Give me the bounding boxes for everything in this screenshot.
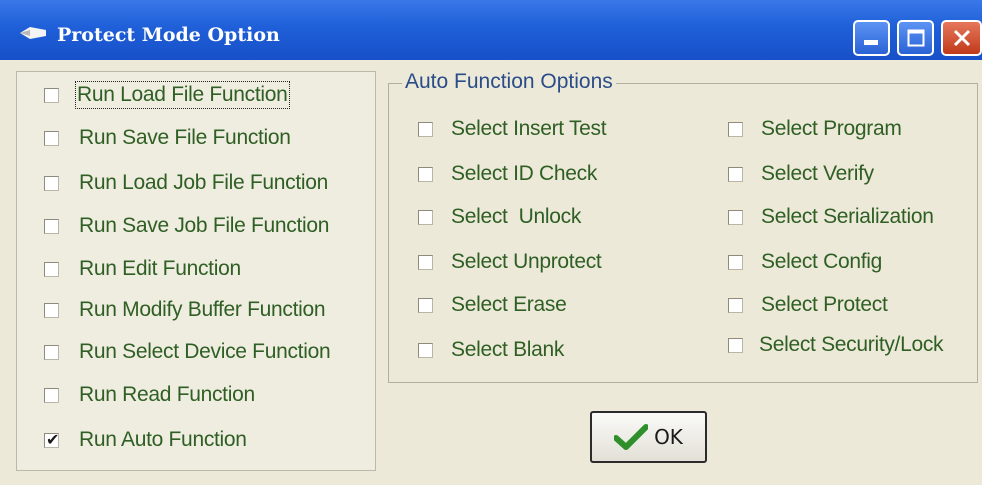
option-label: Run Save File Function — [79, 126, 291, 149]
option-label: Run Auto Function — [79, 428, 247, 451]
option-select-config[interactable]: Select Config — [728, 245, 882, 279]
checkbox[interactable] — [44, 130, 59, 146]
group-title: Auto Function Options — [402, 70, 616, 94]
option-label: Select Serialization — [761, 205, 934, 228]
pin-icon — [20, 27, 46, 39]
checkbox[interactable] — [418, 121, 433, 137]
option-run-save-job-file[interactable]: Run Save Job File Function — [44, 209, 329, 243]
option-label: Run Load File Function — [75, 81, 290, 109]
checkbox[interactable] — [728, 337, 743, 353]
option-label: Select Insert Test — [451, 117, 607, 140]
option-label: Select ID Check — [451, 162, 598, 185]
checkbox[interactable] — [44, 261, 59, 277]
checkbox[interactable] — [44, 302, 59, 318]
option-label: Run Modify Buffer Function — [79, 298, 326, 321]
option-label: Select Erase — [451, 293, 567, 316]
minimize-icon — [864, 40, 878, 45]
checkbox[interactable] — [44, 87, 59, 103]
option-label: Select Unlock — [451, 205, 582, 228]
option-label: Run Select Device Function — [79, 340, 331, 363]
option-label: Select Program — [761, 117, 902, 140]
option-run-read[interactable]: Run Read Function — [44, 378, 255, 412]
checkbox[interactable] — [44, 387, 59, 403]
checkbox[interactable] — [418, 166, 433, 182]
option-label: Select Verify — [761, 162, 874, 185]
checkbox[interactable] — [44, 344, 59, 360]
maximize-button[interactable] — [897, 20, 934, 56]
checkmark-icon: ✔ — [46, 429, 60, 449]
option-label: Run Load Job File Function — [79, 171, 329, 194]
option-select-blank[interactable]: Select Blank — [418, 333, 564, 367]
checkbox[interactable] — [728, 297, 743, 313]
option-label: Select Security/Lock — [759, 333, 944, 356]
checkbox[interactable] — [728, 166, 743, 182]
option-label: Select Blank — [451, 338, 565, 361]
window-title: Protect Mode Option — [57, 24, 280, 46]
checkbox[interactable] — [418, 209, 433, 225]
option-run-edit[interactable]: Run Edit Function — [44, 252, 241, 286]
checkmark-icon — [614, 424, 649, 450]
option-select-id-check[interactable]: Select ID Check — [418, 157, 597, 191]
title-bar[interactable]: Protect Mode Option — [0, 0, 982, 60]
option-label: Run Edit Function — [79, 257, 241, 280]
option-select-erase[interactable]: Select Erase — [418, 288, 567, 322]
checkbox[interactable] — [418, 254, 433, 270]
option-select-program[interactable]: Select Program — [728, 112, 902, 146]
option-select-serialization[interactable]: Select Serialization — [728, 200, 934, 234]
option-select-unprotect[interactable]: Select Unprotect — [418, 245, 602, 279]
close-icon — [953, 29, 971, 47]
option-select-security-lock[interactable]: Select Security/Lock — [728, 328, 944, 362]
option-select-verify[interactable]: Select Verify — [728, 157, 874, 191]
option-select-unlock[interactable]: Select Unlock — [418, 200, 581, 234]
option-run-select-device[interactable]: Run Select Device Function — [44, 335, 331, 369]
checkbox[interactable] — [728, 254, 743, 270]
checkbox[interactable] — [44, 218, 59, 234]
option-label: Run Save Job File Function — [79, 214, 330, 237]
checkbox[interactable] — [418, 297, 433, 313]
option-select-insert-test[interactable]: Select Insert Test — [418, 112, 607, 146]
option-label: Select Config — [761, 250, 883, 273]
checkbox[interactable] — [44, 175, 59, 191]
option-run-auto[interactable]: ✔ Run Auto Function — [44, 423, 247, 457]
checkbox-checked[interactable]: ✔ — [44, 429, 60, 449]
ok-button-content: OK — [614, 424, 683, 450]
option-run-load-file[interactable]: Run Load File Function — [44, 78, 290, 112]
ok-button[interactable]: OK — [590, 411, 707, 463]
option-run-save-file[interactable]: Run Save File Function — [44, 121, 291, 155]
close-button[interactable] — [941, 20, 982, 56]
maximize-icon — [907, 29, 925, 47]
option-label: Select Protect — [761, 293, 888, 316]
option-label: Select Unprotect — [451, 250, 602, 273]
option-label: Run Read Function — [79, 383, 255, 406]
option-select-protect[interactable]: Select Protect — [728, 288, 888, 322]
ok-label: OK — [654, 425, 683, 449]
option-run-load-job-file[interactable]: Run Load Job File Function — [44, 166, 328, 200]
checkbox[interactable] — [728, 209, 743, 225]
option-run-modify-buffer[interactable]: Run Modify Buffer Function — [44, 293, 326, 327]
minimize-button[interactable] — [853, 20, 890, 56]
checkbox[interactable] — [418, 342, 433, 358]
checkbox[interactable] — [728, 121, 743, 137]
